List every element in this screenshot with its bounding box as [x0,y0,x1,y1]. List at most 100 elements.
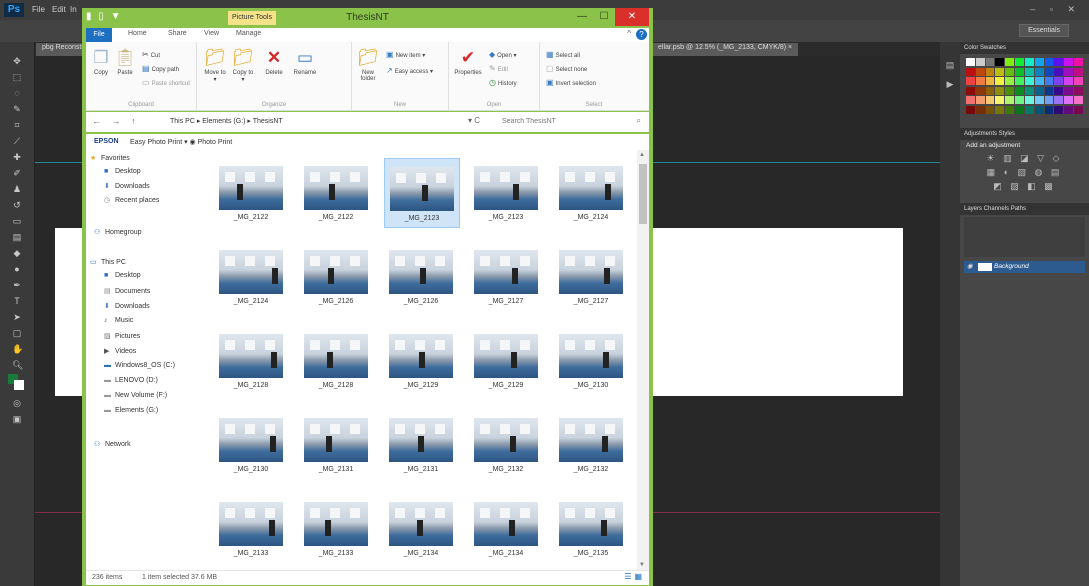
color-swatch[interactable] [1005,67,1015,76]
file-thumbnail[interactable]: _MG_2129 [384,326,458,394]
color-swatch[interactable] [985,58,995,66]
color-swatch[interactable] [966,86,975,95]
quick-mask-icon[interactable]: ◎ [12,398,22,408]
color-swatch[interactable] [966,96,975,104]
paste-shortcut-button[interactable]: ▭ Paste shortcut [142,78,190,87]
edit-button[interactable]: ✎ Edit [489,64,508,73]
ps-document-tab-active[interactable]: ellar.psb @ 12.5% (_MG_2133, CMYK/8) × [652,43,799,57]
adjustment-icons-row-1[interactable]: ☀ ▥ ◪ ▽ ◇ [960,151,1089,165]
color-swatch[interactable] [975,105,985,114]
scroll-up-icon[interactable]: ▲ [639,152,645,158]
layers-panel-tabs[interactable]: Layers Channels Paths [960,203,1089,215]
color-swatch[interactable] [1034,67,1044,76]
color-swatch[interactable] [1074,77,1083,85]
hand-tool-icon[interactable]: ✋ [12,344,23,354]
marquee-tool-icon[interactable]: ⬚ [12,72,22,82]
color-swatch[interactable] [1054,67,1064,76]
color-swatch[interactable] [1024,77,1034,85]
file-thumbnail[interactable]: _MG_2131 [384,410,458,478]
epson-easy-photo-print[interactable]: Easy Photo Print ▾ ◉ Photo Print [130,138,232,146]
select-none-button[interactable]: ▢ Select none [546,64,587,73]
navigation-buttons[interactable]: ← → ↑ [92,116,140,126]
adjustments-panel-tabs[interactable]: Adjustments Styles [960,128,1089,140]
tab-home[interactable]: Home [128,30,147,37]
color-swatch[interactable] [1074,96,1083,104]
file-thumbnail[interactable]: _MG_2124 [214,242,288,310]
copy-button[interactable]: ❐ Copy [90,48,112,76]
shape-tool-icon[interactable]: ▢ [12,328,22,338]
file-thumbnail[interactable]: _MG_2133 [299,494,373,562]
color-swatch[interactable] [1015,67,1024,76]
color-swatch[interactable] [975,67,985,76]
color-swatch[interactable] [985,67,995,76]
paste-button[interactable]: 📋︎ Paste [114,48,136,76]
file-thumbnail[interactable]: _MG_2124 [554,158,628,226]
screen-mode-icon[interactable]: ▣ [12,414,22,424]
color-swatch[interactable] [1064,86,1074,95]
file-thumbnail[interactable]: _MG_2133 [214,494,288,562]
color-swatch[interactable] [1044,58,1054,66]
delete-button[interactable]: ✕ Delete [261,48,287,76]
ps-menu-image[interactable]: In [70,5,77,14]
crop-tool-icon[interactable]: ⌗ [12,120,22,130]
ps-menu-edit[interactable]: Edit [52,5,66,14]
nav-pc-drive-g[interactable]: ▬ Elements (G:) [104,407,158,414]
file-thumbnail[interactable]: _MG_2132 [554,410,628,478]
file-thumbnail[interactable]: _MG_2128 [214,326,288,394]
color-swatch[interactable] [1015,77,1024,85]
color-swatch[interactable] [1044,105,1054,114]
color-swatch[interactable] [966,58,975,66]
ps-workspace-switcher[interactable]: Essentials [1019,24,1069,37]
close-button[interactable]: ✕ [615,8,649,26]
file-thumbnail[interactable]: _MG_2126 [299,242,373,310]
color-swatch[interactable] [995,96,1005,104]
nav-homegroup[interactable]: ⚇ Homegroup [94,228,142,236]
search-input[interactable] [502,115,642,128]
properties-button[interactable]: ✔ Properties [451,48,485,76]
copy-to-button[interactable]: 📁︎ Copy to ▾ [231,48,255,83]
file-thumbnail[interactable]: _MG_2131 [299,410,373,478]
type-tool-icon[interactable]: T [12,296,22,306]
color-swatch[interactable] [1044,77,1054,85]
color-swatch[interactable] [975,77,985,85]
color-swatch[interactable] [1064,105,1074,114]
lasso-tool-icon[interactable]: ◌ [12,88,22,98]
file-thumbnail[interactable]: _MG_2122 [214,158,288,226]
color-swatch[interactable] [1005,58,1015,66]
nav-this-pc[interactable]: ▭ This PC [90,258,126,266]
color-swatch[interactable] [1034,77,1044,85]
file-thumbnail[interactable]: _MG_2128 [299,326,373,394]
ps-menu-file[interactable]: File [32,5,45,14]
nav-pc-music[interactable]: ♪ Music [104,317,133,324]
color-swatch[interactable] [966,77,975,85]
ps-window-controls[interactable]: – ▫ ✕ [1030,4,1081,15]
background-color-swatch[interactable] [14,380,24,390]
color-swatch[interactable] [1005,105,1015,114]
color-swatch[interactable] [975,86,985,95]
refresh-button[interactable]: ▾ C [468,116,480,125]
nav-pc-videos[interactable]: ▶ Videos [104,347,136,355]
tab-manage[interactable]: Manage [236,30,261,37]
tab-share[interactable]: Share [168,30,187,37]
file-thumbnail[interactable]: _MG_2130 [214,410,288,478]
color-swatch[interactable] [1074,58,1083,66]
file-thumbnail[interactable]: _MG_2134 [384,494,458,562]
color-swatch[interactable] [1074,67,1083,76]
path-select-tool-icon[interactable]: ➤ [12,312,22,322]
color-swatch[interactable] [966,67,975,76]
eraser-tool-icon[interactable]: ▭ [12,216,22,226]
nav-pc-documents[interactable]: ▤ Documents [104,287,150,295]
easy-access-button[interactable]: ↗ Easy access ▾ [386,66,433,75]
color-swatch[interactable] [1054,77,1064,85]
view-toggle-icons[interactable]: ☰▦ [624,572,645,581]
color-swatch[interactable] [1044,86,1054,95]
nav-pc-drive-c[interactable]: ▬ Windows8_OS (C:) [104,362,175,369]
color-swatch[interactable] [1015,96,1024,104]
quick-select-tool-icon[interactable]: ✎ [12,104,22,114]
scrollbar-thumb[interactable] [639,164,647,224]
color-swatch[interactable] [985,96,995,104]
dodge-tool-icon[interactable]: ● [12,264,22,274]
file-thumbnail[interactable]: _MG_2130 [554,326,628,394]
swatches-panel-tabs[interactable]: Color Swatches [960,42,1089,54]
help-icon[interactable]: ? [636,29,647,40]
